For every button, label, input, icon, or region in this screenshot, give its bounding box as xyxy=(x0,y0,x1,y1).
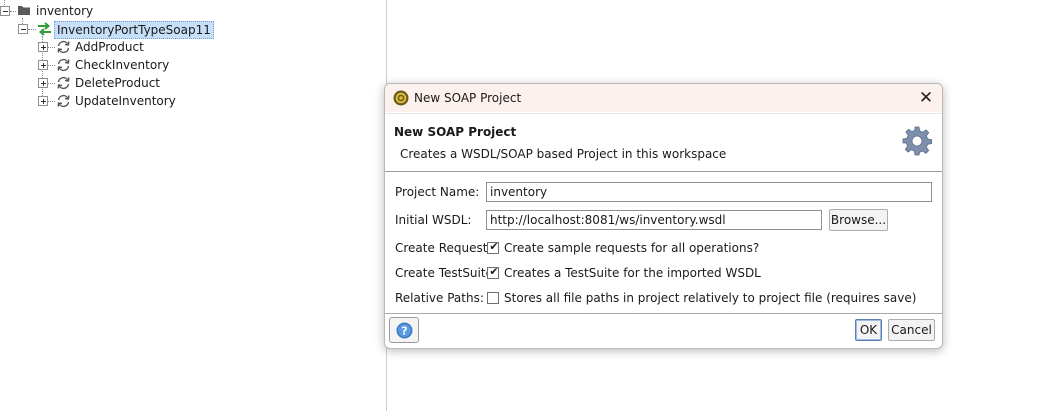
expand-toggle-addproduct[interactable] xyxy=(38,42,48,52)
cancel-button[interactable]: Cancel xyxy=(888,319,935,341)
tree-item-operation[interactable]: DeleteProduct xyxy=(75,74,160,92)
initial-wsdl-label: Initial WSDL: xyxy=(395,213,472,227)
ok-button[interactable]: OK xyxy=(855,319,882,341)
relative-paths-checkbox[interactable] xyxy=(487,292,499,304)
tree-guide-line xyxy=(48,101,55,102)
svg-text:?: ? xyxy=(401,325,407,338)
initial-wsdl-input[interactable] xyxy=(486,210,822,230)
footer-separator xyxy=(385,313,942,314)
dialog-banner: New SOAP Project Creates a WSDL/SOAP bas… xyxy=(385,113,942,172)
navigator-tree: inventory InventoryPortTypeSoap11 AddPro… xyxy=(0,0,386,411)
tree-guide-line xyxy=(48,65,55,66)
create-testsuite-checkbox[interactable]: ✔ xyxy=(487,265,499,279)
collapse-toggle-inventory[interactable] xyxy=(0,6,10,16)
tree-guide-line xyxy=(48,47,55,48)
relative-paths-text: Stores all file paths in project relativ… xyxy=(504,291,917,305)
collapse-toggle-interface[interactable] xyxy=(18,24,28,34)
tree-guide-line xyxy=(10,11,16,12)
dialog-title: New SOAP Project xyxy=(414,91,522,105)
tree-item-inventory[interactable]: inventory xyxy=(36,2,93,20)
checkmark-icon: ✔ xyxy=(489,265,499,278)
new-soap-project-dialog: New SOAP Project ✕ New SOAP Project Crea… xyxy=(384,83,943,349)
soapui-logo-icon xyxy=(393,90,409,106)
browse-button[interactable]: Browse... xyxy=(829,209,888,231)
relative-paths-label: Relative Paths: xyxy=(395,291,484,305)
expand-toggle-deleteproduct[interactable] xyxy=(38,78,48,88)
create-requests-text: Create sample requests for all operation… xyxy=(504,241,760,255)
tree-item-operation[interactable]: CheckInventory xyxy=(75,56,169,74)
create-requests-label: Create Requests: xyxy=(395,241,498,255)
interface-arrows-icon xyxy=(38,22,51,36)
tree-item-operation[interactable]: UpdateInventory xyxy=(75,92,176,110)
tree-item-interface[interactable]: InventoryPortTypeSoap11 xyxy=(54,21,214,39)
tree-guide-line xyxy=(48,83,55,84)
close-icon[interactable]: ✕ xyxy=(916,88,936,108)
project-name-input[interactable] xyxy=(486,182,932,202)
operation-cycle-icon xyxy=(57,40,70,54)
create-requests-checkbox[interactable]: ✔ xyxy=(487,240,499,254)
gear-icon xyxy=(902,126,932,156)
operation-cycle-icon xyxy=(57,58,70,72)
expand-toggle-updateinventory[interactable] xyxy=(38,96,48,106)
project-name-label: Project Name: xyxy=(395,185,480,199)
help-button[interactable]: ? xyxy=(389,317,419,343)
folder-icon xyxy=(18,6,30,15)
tree-item-operation[interactable]: AddProduct xyxy=(75,38,144,56)
help-icon: ? xyxy=(396,322,413,339)
operation-cycle-icon xyxy=(57,94,70,108)
checkmark-icon: ✔ xyxy=(489,240,499,253)
operation-cycle-icon xyxy=(57,76,70,90)
banner-description: Creates a WSDL/SOAP based Project in thi… xyxy=(400,147,727,161)
create-testsuite-label: Create TestSuite: xyxy=(395,266,498,280)
dialog-titlebar[interactable]: New SOAP Project ✕ xyxy=(385,84,942,112)
create-testsuite-text: Creates a TestSuite for the imported WSD… xyxy=(504,266,761,280)
banner-title: New SOAP Project xyxy=(394,125,517,139)
tree-guide-line xyxy=(28,29,36,30)
expand-toggle-checkinventory[interactable] xyxy=(38,60,48,70)
